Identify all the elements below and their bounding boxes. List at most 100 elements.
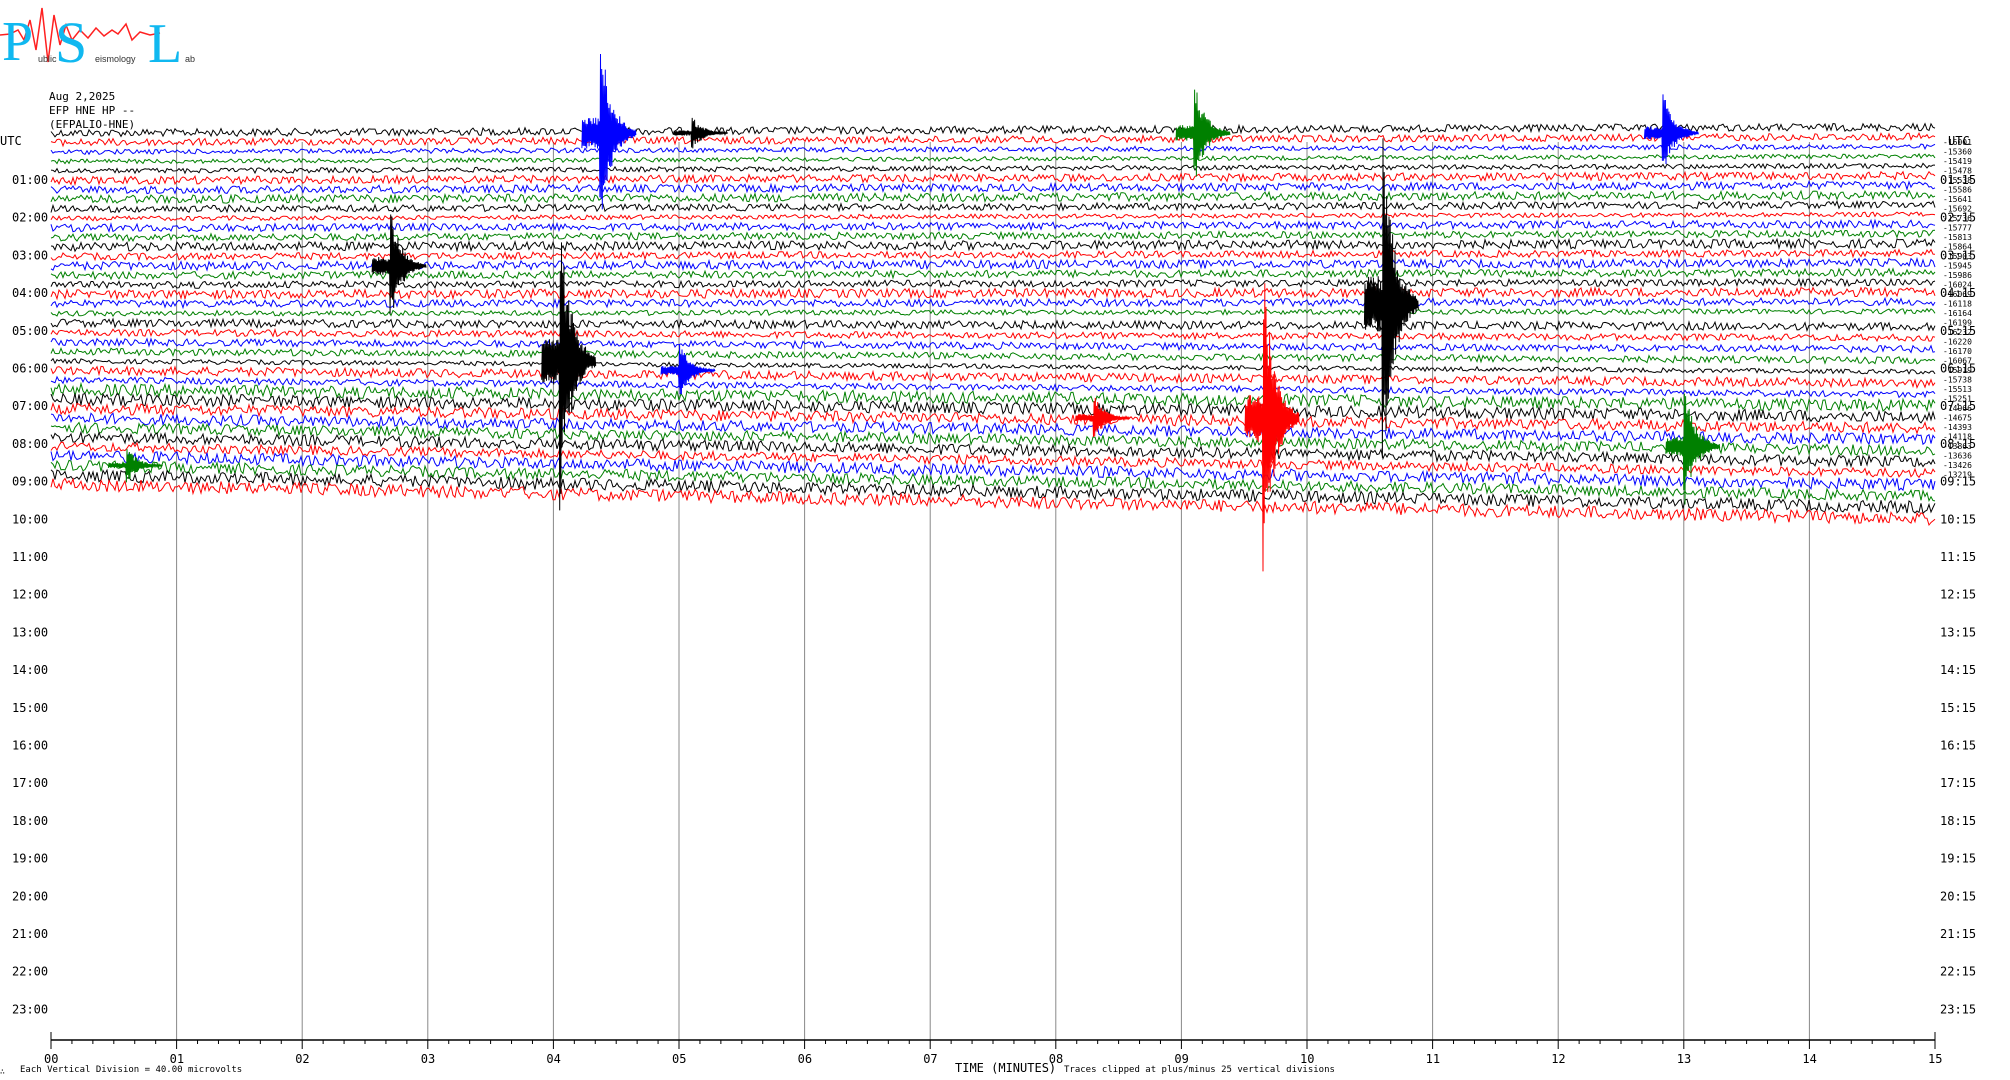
trace-offset-label: -16170 bbox=[1943, 347, 1972, 356]
left-time-label: 02:00 bbox=[12, 211, 48, 225]
trace-13 bbox=[50, 248, 1936, 262]
trace-offset-label: -16232 bbox=[1943, 328, 1972, 337]
trace-36 bbox=[50, 468, 1936, 515]
x-tick-label: 07 bbox=[923, 1052, 937, 1066]
trace-25 bbox=[50, 365, 1936, 389]
left-time-label: 08:00 bbox=[12, 437, 48, 451]
right-time-label: 13:15 bbox=[1940, 625, 1976, 639]
trace-offset-label: -15777 bbox=[1943, 224, 1972, 233]
trace-offset-label: -16069 bbox=[1943, 290, 1972, 299]
left-time-label: 05:00 bbox=[12, 324, 48, 338]
trace-offset-label: -15864 bbox=[1943, 243, 1972, 252]
trace-offset-label: -15478 bbox=[1943, 167, 1972, 176]
x-tick-label: 04 bbox=[546, 1052, 560, 1066]
left-time-label: 22:00 bbox=[12, 965, 48, 979]
trace-offset-label: -16118 bbox=[1943, 300, 1972, 309]
x-tick-label: 10 bbox=[1300, 1052, 1314, 1066]
clip-note: Traces clipped at plus/minus 25 vertical… bbox=[1064, 1065, 1335, 1075]
trace-14 bbox=[50, 257, 1936, 272]
left-time-label: 18:00 bbox=[12, 814, 48, 828]
trace-2 bbox=[50, 143, 1936, 156]
trace-offset-label: -16220 bbox=[1943, 338, 1972, 347]
seismic-event-10 bbox=[1665, 393, 1721, 505]
right-time-label: 16:15 bbox=[1940, 739, 1976, 753]
trace-offset-label: -15736 bbox=[1943, 214, 1972, 223]
trace-offset-label: -13426 bbox=[1943, 461, 1972, 470]
trace-7 bbox=[50, 189, 1936, 205]
left-time-labels: 01:00 02:00 03:00 04:00 05:00 06:00 07:00 08:00… bbox=[12, 173, 48, 1016]
corner-mark: ∴ bbox=[0, 1067, 5, 1076]
trace-offset-label: -15986 bbox=[1943, 271, 1972, 280]
left-time-label: 19:00 bbox=[12, 852, 48, 866]
x-tick-label: 14 bbox=[1802, 1052, 1816, 1066]
left-time-label: 23:00 bbox=[12, 1002, 48, 1016]
trace-27 bbox=[50, 381, 1936, 413]
x-tick-label: 05 bbox=[672, 1052, 686, 1066]
x-tick-label: 09 bbox=[1174, 1052, 1188, 1066]
trace-offset-label: -16164 bbox=[1943, 309, 1972, 318]
left-time-label: 13:00 bbox=[12, 625, 48, 639]
left-time-label: 16:00 bbox=[12, 739, 48, 753]
trace-offset-label: -14118 bbox=[1943, 433, 1972, 442]
trace-15 bbox=[50, 267, 1936, 281]
x-tick-label: 15 bbox=[1928, 1052, 1942, 1066]
trace-offset-label: -15513 bbox=[1943, 385, 1972, 394]
trace-offset-label: -15692 bbox=[1943, 205, 1972, 214]
trace-offset-label: -14966 bbox=[1943, 404, 1972, 413]
logo-subtext-eismology: eismology bbox=[95, 54, 136, 64]
logo-letter-s: S bbox=[55, 10, 87, 75]
x-tick-label: 13 bbox=[1677, 1052, 1691, 1066]
left-axis-title: UTC bbox=[0, 134, 22, 148]
right-time-label: 21:15 bbox=[1940, 927, 1976, 941]
x-tick-label: 12 bbox=[1551, 1052, 1565, 1066]
trace-8 bbox=[50, 199, 1936, 214]
trace-offset-label: -15903 bbox=[1943, 252, 1972, 261]
seismic-event-1 bbox=[673, 117, 729, 149]
x-tick-label: 01 bbox=[170, 1052, 184, 1066]
trace-offset-label: -15945 bbox=[1943, 262, 1972, 271]
seismic-traces bbox=[50, 53, 1936, 572]
right-time-label: 10:15 bbox=[1940, 512, 1976, 526]
x-tick-label: 06 bbox=[798, 1052, 812, 1066]
left-time-label: 04:00 bbox=[12, 286, 48, 300]
seismic-event-0 bbox=[581, 53, 637, 210]
left-time-label: 20:00 bbox=[12, 889, 48, 903]
seismic-event-3 bbox=[1643, 94, 1699, 165]
logo-subtext-ublic: ublic bbox=[38, 54, 57, 64]
trace-5 bbox=[50, 170, 1936, 187]
trace-offset-label: -13219 bbox=[1943, 471, 1972, 480]
trace-16 bbox=[50, 277, 1936, 289]
x-tick-label: 11 bbox=[1426, 1052, 1440, 1066]
trace-3 bbox=[50, 152, 1936, 165]
trace-offset-label: -15738 bbox=[1943, 376, 1972, 385]
trace-offset-label: -13863 bbox=[1943, 442, 1972, 451]
trace-offset-label: -14393 bbox=[1943, 423, 1972, 432]
trace-offset-label: -15360 bbox=[1943, 148, 1972, 157]
left-time-label: 11:00 bbox=[12, 550, 48, 564]
right-time-label: 12:15 bbox=[1940, 588, 1976, 602]
right-axis-title: UTC bbox=[1948, 134, 1970, 148]
left-time-label: 06:00 bbox=[12, 362, 48, 376]
trace-offset-label: -16024 bbox=[1943, 281, 1972, 290]
left-time-label: 07:00 bbox=[12, 399, 48, 413]
trace-12 bbox=[50, 237, 1936, 253]
right-time-label: 20:15 bbox=[1940, 889, 1976, 903]
trace-21 bbox=[50, 327, 1936, 343]
left-time-label: 09:00 bbox=[12, 475, 48, 489]
left-time-label: 17:00 bbox=[12, 776, 48, 790]
header-channel: (EFPALIO-HNE) bbox=[49, 118, 136, 131]
trace-11 bbox=[50, 229, 1936, 243]
trace-offset-label: -16199 bbox=[1943, 319, 1972, 328]
logo-letter-l: L bbox=[148, 13, 182, 75]
left-time-label: 15:00 bbox=[12, 701, 48, 715]
x-tick-label: 02 bbox=[295, 1052, 309, 1066]
x-axis-title: TIME (MINUTES) bbox=[955, 1061, 1056, 1075]
trace-offset-label: -15641 bbox=[1943, 195, 1972, 204]
scale-note: Each Vertical Division = 40.00 microvolt… bbox=[20, 1065, 242, 1075]
trace-offset-label: -13636 bbox=[1943, 452, 1972, 461]
left-time-label: 14:00 bbox=[12, 663, 48, 677]
logo-subtext-ab: ab bbox=[185, 54, 195, 64]
trace-offset-label: -15919 bbox=[1943, 366, 1972, 375]
trace-20 bbox=[50, 317, 1936, 332]
left-time-label: 21:00 bbox=[12, 927, 48, 941]
